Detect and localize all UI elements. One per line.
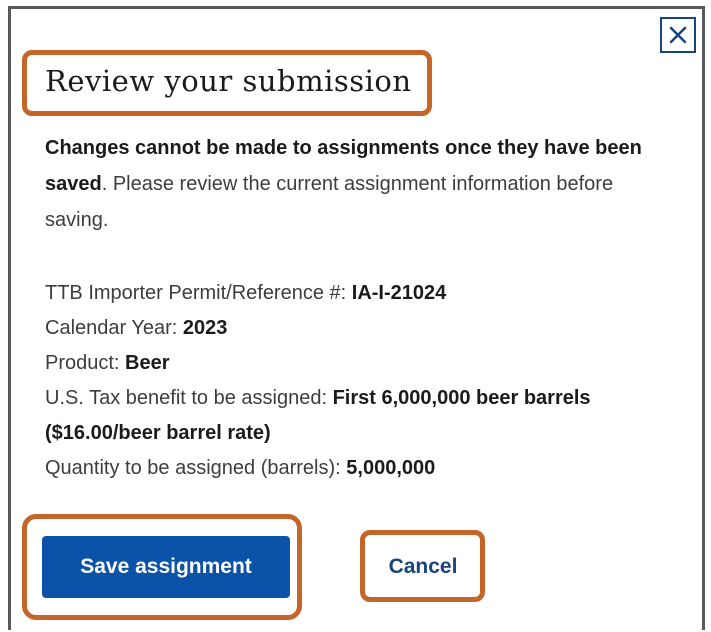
cancel-button[interactable]: Cancel [368,538,478,596]
warning-text: Changes cannot be made to assignments on… [45,130,665,238]
detail-row-product: Product: Beer [45,346,665,381]
detail-label: TTB Importer Permit/Reference #: [45,282,352,304]
detail-row-permit: TTB Importer Permit/Reference #: IA-I-21… [45,276,665,311]
detail-label: U.S. Tax benefit to be assigned: [45,387,333,409]
detail-value: IA-I-21024 [351,282,447,304]
warning-rest-text: . Please review the current assignment i… [45,173,614,231]
detail-row-tax-benefit: U.S. Tax benefit to be assigned: First 6… [45,381,665,451]
detail-row-year: Calendar Year: 2023 [45,311,665,346]
assignment-details: TTB Importer Permit/Reference #: IA-I-21… [45,276,665,486]
detail-label: Calendar Year: [45,317,183,339]
save-assignment-button[interactable]: Save assignment [42,536,290,598]
detail-row-quantity: Quantity to be assigned (barrels): 5,000… [45,451,665,486]
detail-value: Beer [125,352,170,374]
detail-label: Quantity to be assigned (barrels): [45,457,347,479]
close-x-icon [669,26,687,44]
close-button[interactable] [660,17,696,53]
detail-label: Product: [45,352,126,374]
detail-value: 2023 [182,317,228,339]
dialog-title: Review your submission [45,64,412,98]
detail-value: 5,000,000 [346,457,436,479]
